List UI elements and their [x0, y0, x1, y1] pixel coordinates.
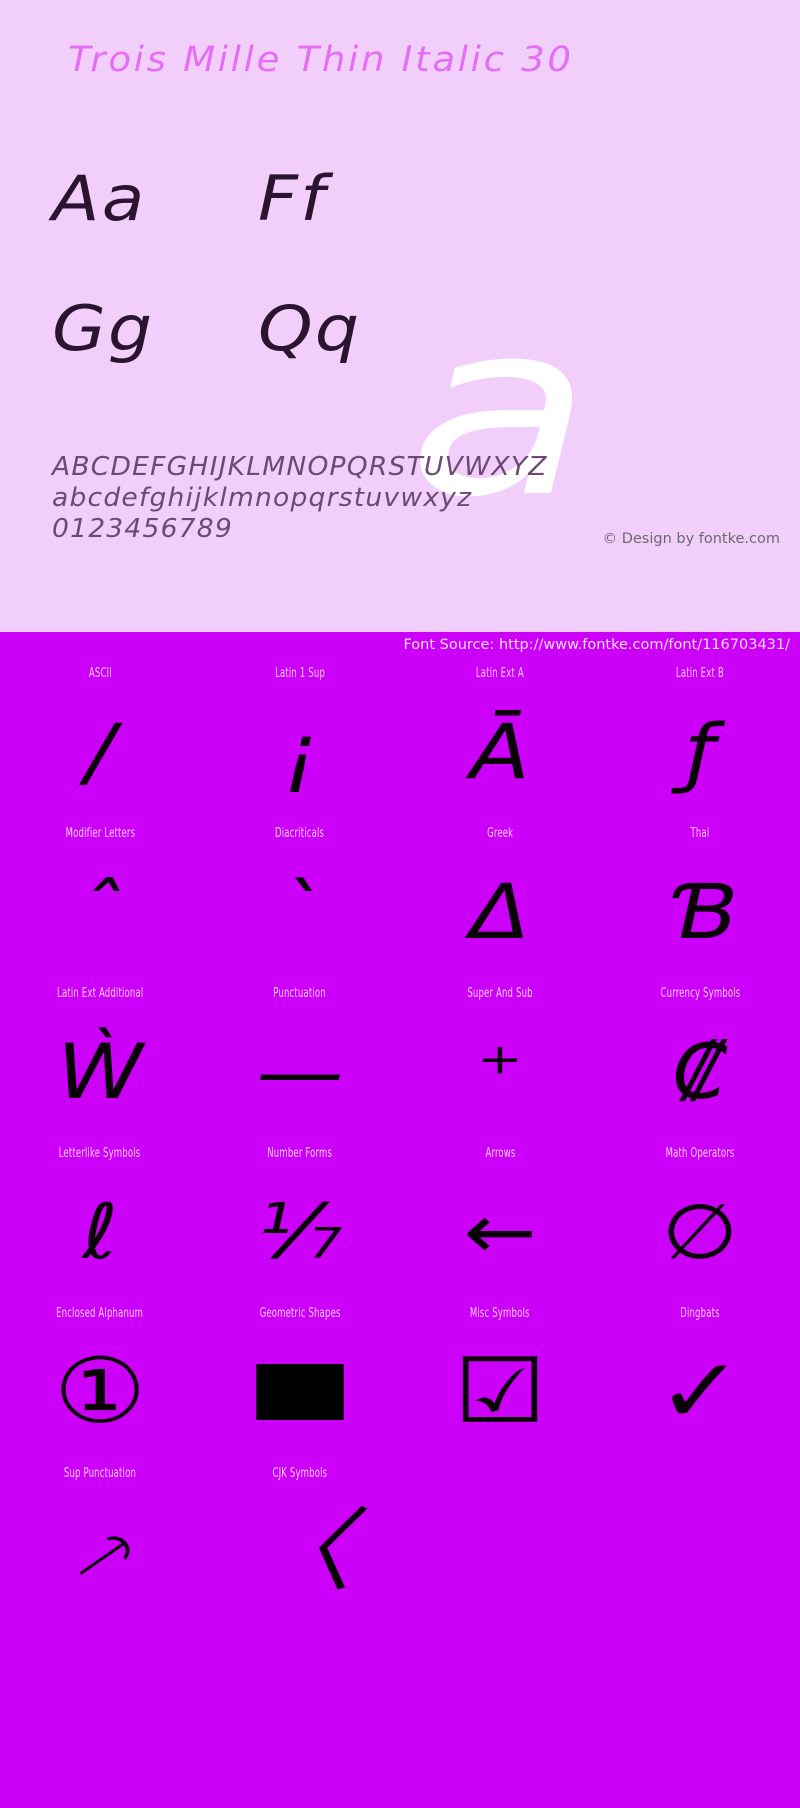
unicode-block-cell: [400, 1464, 600, 1624]
unicode-block-cell: Math Operators ∅: [600, 1144, 800, 1304]
unicode-block-cell: Punctuation —: [200, 984, 400, 1144]
page-title: Trois Mille Thin Italic 30: [68, 40, 574, 80]
unicode-block-sample: ①: [53, 1339, 147, 1444]
unicode-block-sample: ℓ: [81, 1187, 119, 1276]
unicode-block-sample: —: [256, 1027, 344, 1116]
unicode-block-sample: ₡: [672, 1027, 728, 1116]
unicode-block-sample: ⅐: [257, 1187, 343, 1276]
unicode-block-row: Modifier Letters ˆ Diacriticals ` Greek …: [0, 824, 800, 984]
unicode-block-cell: Geometric Shapes: [200, 1304, 400, 1464]
unicode-block-sample: Ẁ: [56, 1027, 144, 1116]
glyph-pair-sample: Qq: [258, 292, 362, 365]
unicode-block-sample: ☑: [453, 1339, 547, 1444]
specimen-top-panel: Trois Mille Thin Italic 30 Aa Ff Gg Qq a…: [0, 0, 800, 632]
unicode-block-cell: Misc Symbols ☑: [400, 1304, 600, 1464]
alphabet-lowercase-line: abcdefghijklmnopqrstuvwxyz: [52, 483, 473, 513]
unicode-block-row: ASCII / Latin 1 Sup ¡ Latin Ext A Ā Lati…: [0, 664, 800, 824]
glyph-pair-sample: Gg: [52, 292, 155, 365]
unicode-block-cell: Modifier Letters ˆ: [0, 824, 200, 984]
unicode-block-cell: Latin Ext Additional Ẁ: [0, 984, 200, 1144]
alphabet-uppercase-line: ABCDEFGHIJKLMNOPQRSTUVWXYZ: [52, 452, 548, 482]
unicode-block-grid: ASCII / Latin 1 Sup ¡ Latin Ext A Ā Lati…: [0, 664, 800, 1624]
unicode-block-sample: `: [278, 867, 322, 956]
unicode-block-row: Sup Punctuation ⸕ CJK Symbols 〈: [0, 1464, 800, 1624]
unicode-block-sample: ⸕: [67, 1507, 133, 1596]
unicode-block-sample: ⁺: [476, 1027, 524, 1116]
glyph-pair-sample: Ff: [258, 162, 327, 235]
unicode-block-cell: Latin Ext B ƒ: [600, 664, 800, 824]
unicode-block-sample: [185, 1320, 415, 1464]
unicode-block-sample: [385, 1480, 615, 1624]
unicode-block-sample: Ā: [470, 707, 530, 796]
unicode-block-cell: Super And Sub ⁺: [400, 984, 600, 1144]
unicode-block-cell: Sup Punctuation ⸕: [0, 1464, 200, 1624]
unicode-block-sample: ˆ: [78, 867, 122, 956]
unicode-block-sample: ∅: [661, 1187, 739, 1276]
unicode-block-sample: Δ: [470, 867, 530, 956]
unicode-block-cell: Greek Δ: [400, 824, 600, 984]
copyright-notice: © Design by fontke.com: [602, 531, 780, 547]
unicode-block-sample: Ɓ: [667, 867, 733, 956]
unicode-block-cell: Currency Symbols ₡: [600, 984, 800, 1144]
unicode-block-cell: Latin Ext A Ā: [400, 664, 600, 824]
unicode-block-row: Enclosed Alphanum ① Geometric Shapes Mis…: [0, 1304, 800, 1464]
unicode-block-row: Letterlike Symbols ℓ Number Forms ⅐ Arro…: [0, 1144, 800, 1304]
unicode-block-cell: [600, 1464, 800, 1624]
unicode-block-sample: 〈: [248, 1499, 352, 1604]
unicode-block-sample: [585, 1480, 800, 1624]
unicode-block-cell: Letterlike Symbols ℓ: [0, 1144, 200, 1304]
glyph-pair-sample: Aa: [52, 162, 147, 235]
unicode-block-cell: ASCII /: [0, 664, 200, 824]
unicode-block-cell: Number Forms ⅐: [200, 1144, 400, 1304]
unicode-block-sample: ✓: [656, 1339, 744, 1444]
unicode-block-cell: Thai Ɓ: [600, 824, 800, 984]
unicode-block-cell: Arrows ←: [400, 1144, 600, 1304]
unicode-block-cell: Dingbats ✓: [600, 1304, 800, 1464]
unicode-block-cell: Latin 1 Sup ¡: [200, 664, 400, 824]
unicode-block-row: Latin Ext Additional Ẁ Punctuation — Sup…: [0, 984, 800, 1144]
unicode-block-sample: ƒ: [684, 707, 716, 796]
unicode-blocks-panel: Font Source: http://www.fontke.com/font/…: [0, 632, 800, 1808]
unicode-block-sample: ←: [463, 1187, 537, 1276]
font-source-link[interactable]: Font Source: http://www.fontke.com/font/…: [403, 637, 790, 653]
glyph-sample-grid: Aa Ff Gg Qq a: [0, 150, 800, 530]
unicode-block-cell: Enclosed Alphanum ①: [0, 1304, 200, 1464]
unicode-block-cell: CJK Symbols 〈: [200, 1464, 400, 1624]
filled-square-icon: [256, 1364, 344, 1420]
unicode-block-cell: Diacriticals `: [200, 824, 400, 984]
unicode-block-sample: /: [85, 707, 115, 796]
unicode-block-sample: ¡: [282, 707, 318, 796]
